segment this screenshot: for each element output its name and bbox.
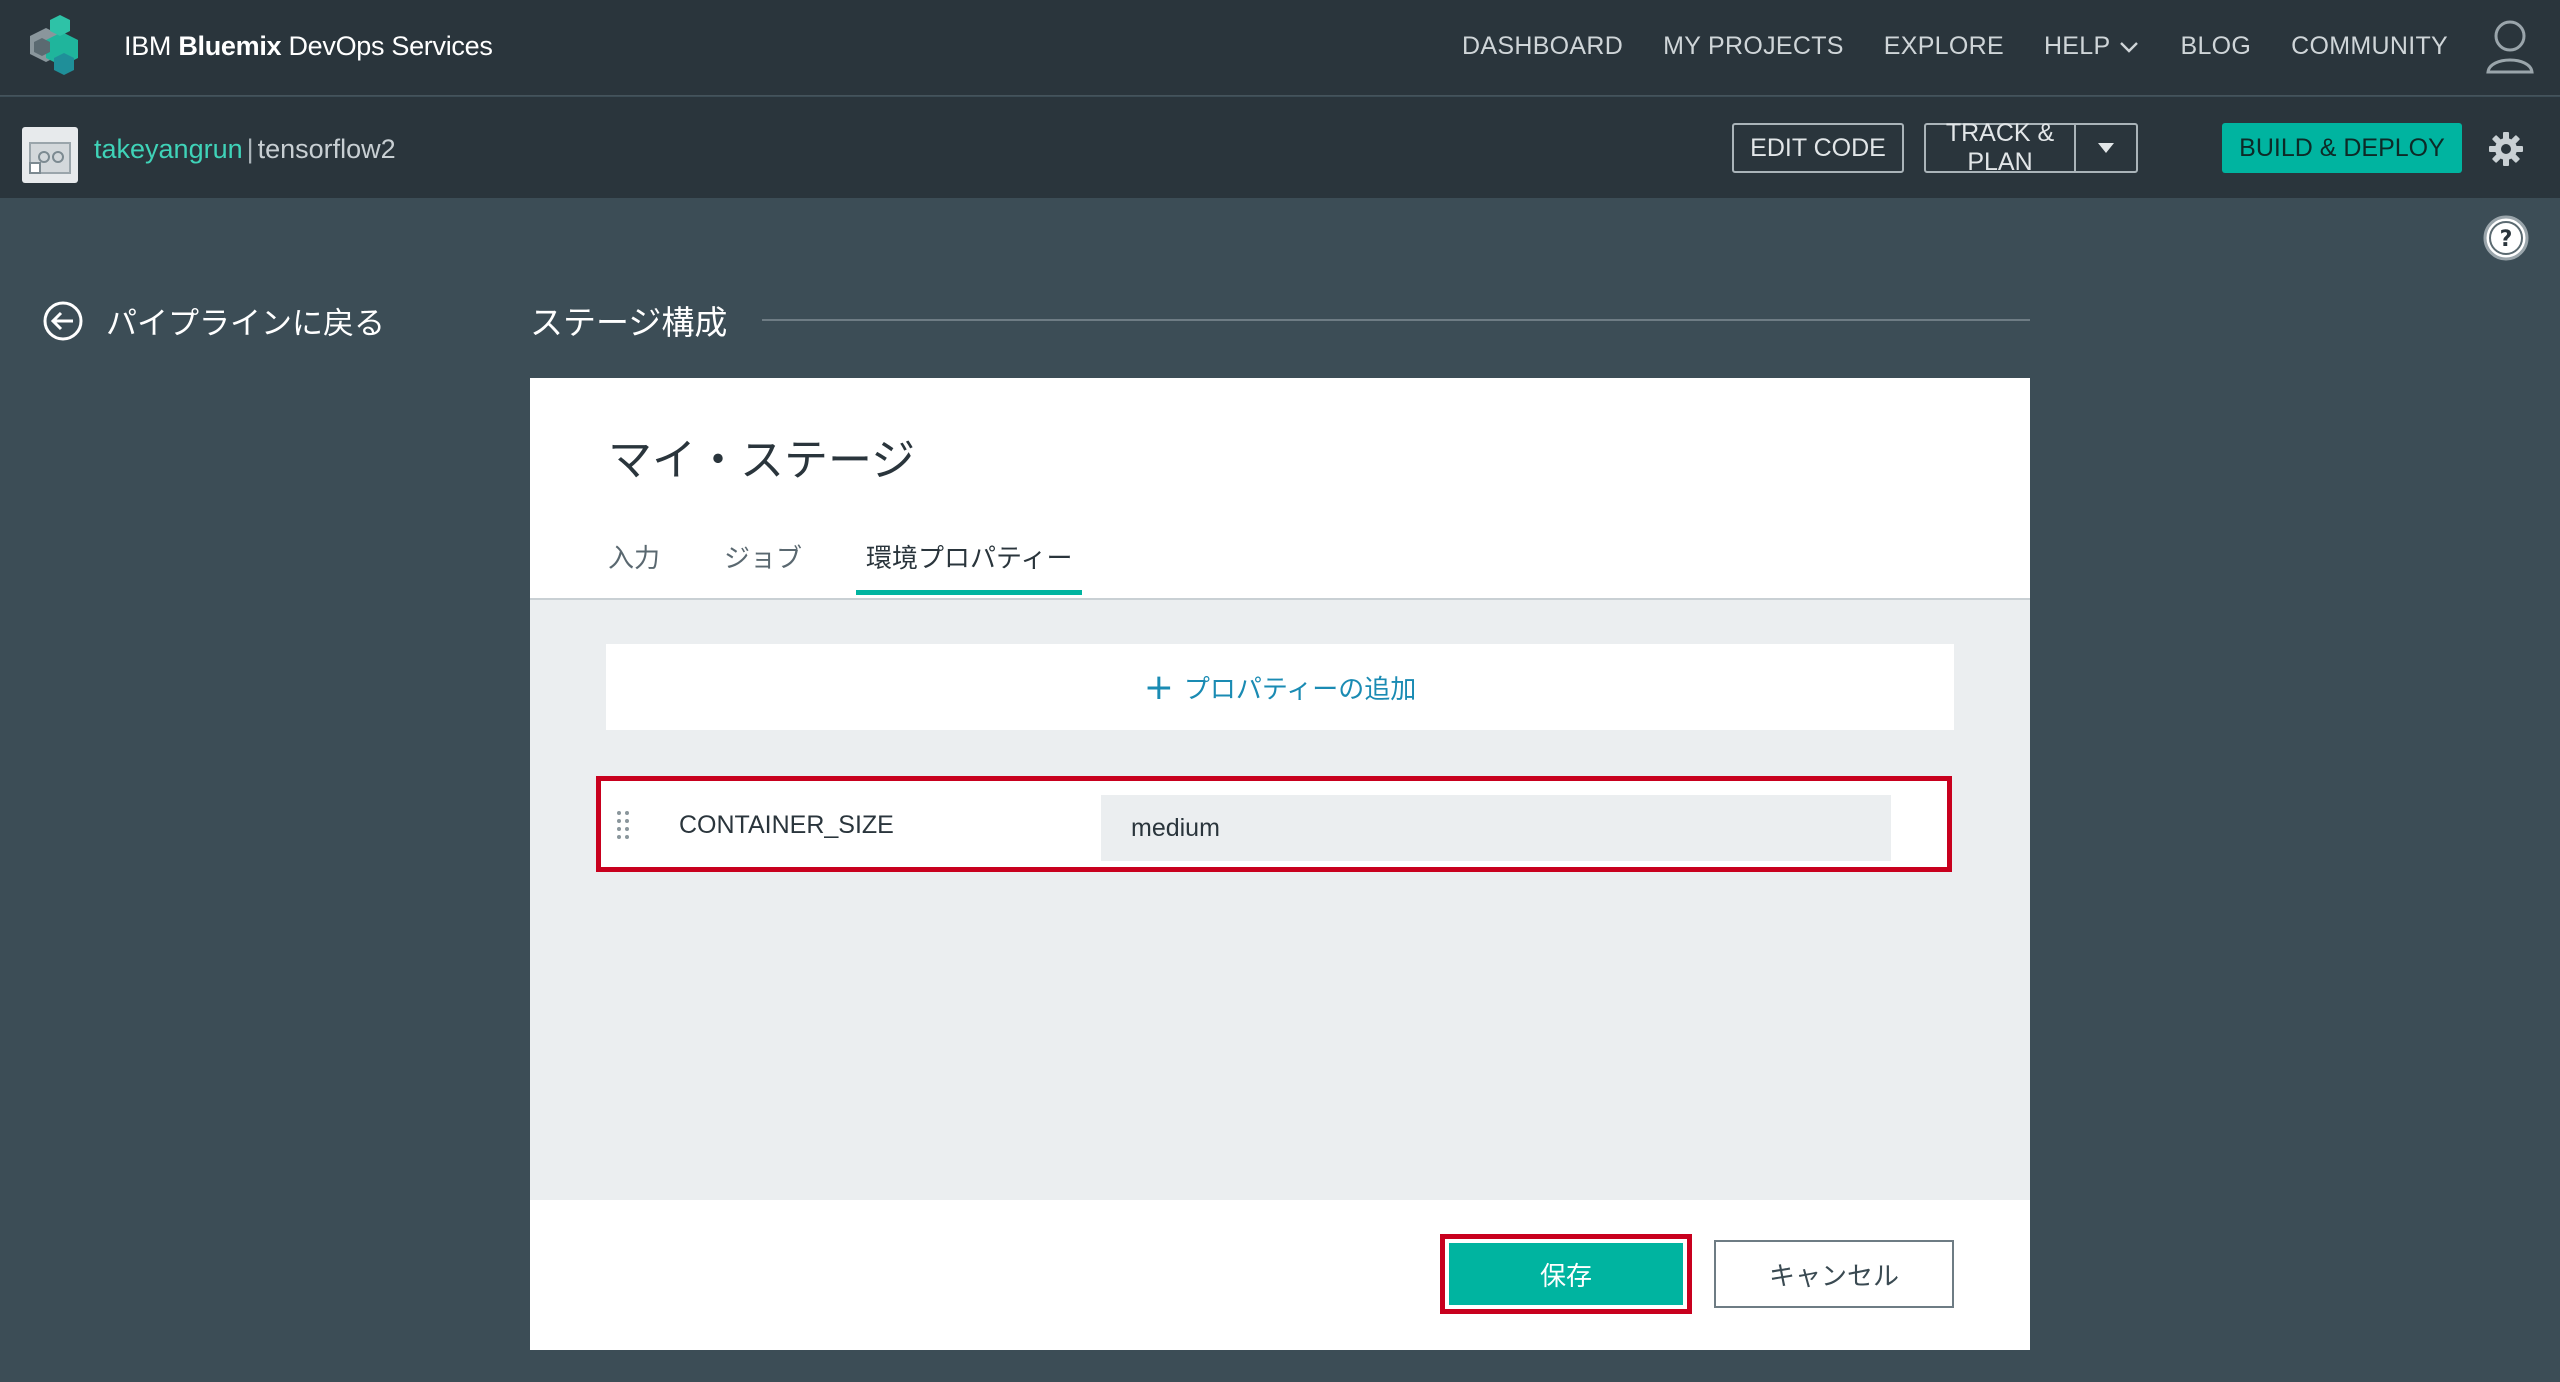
property-name[interactable]: CONTAINER_SIZE xyxy=(679,811,894,840)
chevron-down-icon xyxy=(2120,41,2139,53)
nav-dashboard[interactable]: DASHBOARD xyxy=(1462,32,1623,61)
top-nav: DASHBOARD MY PROJECTS EXPLORE HELP BLOG … xyxy=(1422,32,2448,61)
save-button-highlight: 保存 xyxy=(1440,1234,1692,1314)
stage-name: マイ・ステージ xyxy=(608,435,916,486)
title-divider xyxy=(762,319,2030,321)
brand-suffix: DevOps Services xyxy=(281,31,493,61)
add-property-button[interactable]: + プロパティーの追加 xyxy=(606,644,1954,730)
brand-bold: Bluemix xyxy=(178,31,282,61)
project-icon xyxy=(29,142,71,174)
arrow-left-circle-icon xyxy=(43,301,83,340)
back-link-label: パイプラインに戻る xyxy=(106,306,385,342)
project-thumbnail[interactable] xyxy=(22,127,78,183)
nav-community[interactable]: COMMUNITY xyxy=(2291,32,2448,61)
caret-down-icon xyxy=(2098,143,2114,153)
nav-my-projects[interactable]: MY PROJECTS xyxy=(1663,32,1844,61)
nav-help-label: HELP xyxy=(2043,32,2111,60)
build-deploy-button[interactable]: BUILD & DEPLOY xyxy=(2222,123,2462,173)
save-button[interactable]: 保存 xyxy=(1449,1243,1683,1305)
svg-text:?: ? xyxy=(2500,227,2513,252)
nav-help[interactable]: HELP xyxy=(2044,32,2141,61)
properties-panel: + プロパティーの追加 CONTAINER_SIZE medium xyxy=(530,598,2030,1200)
stage-config-card: マイ・ステージ 入力 ジョブ 環境プロパティー + プロパティーの追加 CONT… xyxy=(530,378,2030,1350)
property-row: CONTAINER_SIZE medium xyxy=(596,776,1952,872)
project-name-link[interactable]: tensorflow2 xyxy=(258,134,396,164)
nav-explore[interactable]: EXPLORE xyxy=(1884,32,2004,61)
track-plan-dropdown[interactable] xyxy=(2074,125,2136,171)
project-bar: takeyangrun | tensorflow2 EDIT CODE TRACK … xyxy=(0,97,2560,198)
project-breadcrumb: takeyangrun | tensorflow2 xyxy=(94,134,396,165)
user-avatar-icon[interactable] xyxy=(2484,18,2536,74)
brand-title[interactable]: IBM Bluemix DevOps Services xyxy=(124,31,493,62)
drag-handle-icon[interactable] xyxy=(615,809,631,843)
nav-blog[interactable]: BLOG xyxy=(2180,32,2251,61)
tab-jobs[interactable]: ジョブ xyxy=(724,538,802,575)
property-value-input[interactable]: medium xyxy=(1101,795,1891,861)
project-owner-link[interactable]: takeyangrun xyxy=(94,134,243,164)
edit-code-button[interactable]: EDIT CODE xyxy=(1732,123,1904,173)
top-header: IBM Bluemix DevOps Services DASHBOARD MY… xyxy=(0,0,2560,96)
cancel-button[interactable]: キャンセル xyxy=(1714,1240,1954,1308)
page-title: ステージ構成 xyxy=(530,303,728,342)
gear-icon[interactable] xyxy=(2486,129,2526,169)
add-property-label: プロパティーの追加 xyxy=(1183,674,1417,705)
back-to-pipeline-link[interactable]: パイプラインに戻る xyxy=(42,298,385,343)
stage-tabs: 入力 ジョブ 環境プロパティー xyxy=(608,538,1136,595)
breadcrumb-separator: | xyxy=(246,134,254,164)
track-plan-button[interactable]: TRACK & PLAN xyxy=(1924,119,2138,176)
plus-icon: + xyxy=(1143,666,1174,708)
tab-environment-properties[interactable]: 環境プロパティー xyxy=(856,538,1083,595)
help-icon[interactable]: ? xyxy=(2482,214,2530,262)
track-plan-label: TRACK & PLAN xyxy=(1945,119,2055,176)
tab-input[interactable]: 入力 xyxy=(608,538,660,575)
brand-prefix: IBM xyxy=(124,31,179,61)
bluemix-logo-icon[interactable] xyxy=(20,14,86,80)
